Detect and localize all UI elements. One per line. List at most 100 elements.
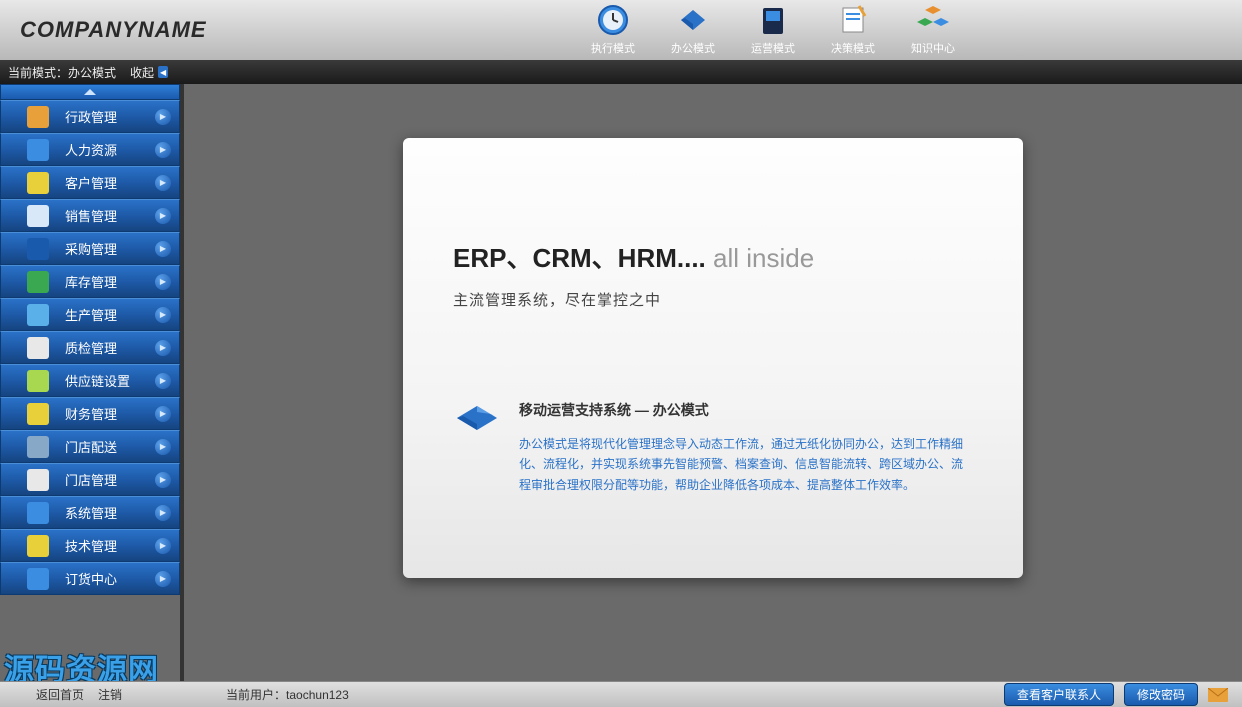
current-user: 当前用户：taochun123 bbox=[226, 686, 349, 703]
header-bar: COMPANYNAME 执行模式 办公模式 运营模式 决策模式知识中心 bbox=[0, 0, 1242, 60]
chevron-right-icon: ▶ bbox=[155, 307, 171, 323]
welcome-panel: ERP、CRM、HRM.... all inside 主流管理系统，尽在掌控之中… bbox=[403, 138, 1023, 578]
mode-prefix: 当前模式： bbox=[8, 64, 68, 81]
book-icon bbox=[675, 2, 711, 38]
delivery-icon bbox=[27, 436, 49, 458]
current-mode: 办公模式 bbox=[68, 64, 116, 81]
chevron-right-icon: ▶ bbox=[155, 538, 171, 554]
chevron-right-icon: ▶ bbox=[155, 340, 171, 356]
chevron-right-icon: ▶ bbox=[155, 571, 171, 587]
change-password-button[interactable]: 修改密码 bbox=[1124, 683, 1198, 706]
panel-section-text: 办公模式是将现代化管理理念导入动态工作流，通过无纸化协同办公，达到工作精细化、流… bbox=[519, 434, 973, 495]
sidebar-item-sales[interactable]: 销售管理 ▶ bbox=[0, 199, 180, 232]
collapse-sidebar-button[interactable]: 收起 ◀ bbox=[130, 64, 168, 81]
sidebar-item-supply[interactable]: 供应链设置 ▶ bbox=[0, 364, 180, 397]
mode-bar: 当前模式： 办公模式 收起 ◀ bbox=[0, 60, 1242, 84]
sidebar-item-tech[interactable]: 技术管理 ▶ bbox=[0, 529, 180, 562]
system-icon bbox=[27, 502, 49, 524]
chevron-right-icon: ▶ bbox=[155, 109, 171, 125]
topnav-item-box[interactable]: 运营模式 bbox=[744, 2, 802, 56]
sidebar-item-admin[interactable]: 行政管理 ▶ bbox=[0, 100, 180, 133]
note-icon bbox=[835, 2, 871, 38]
chevron-right-icon: ▶ bbox=[155, 241, 171, 257]
panel-subtitle: 主流管理系统，尽在掌控之中 bbox=[453, 289, 973, 310]
customer-icon bbox=[27, 172, 49, 194]
main-area: 行政管理▶人力资源▶客户管理▶销售管理▶采购管理▶库存管理▶生产管理▶质检管理▶… bbox=[0, 84, 1242, 681]
footer-left: 返回首页 注销 当前用户：taochun123 bbox=[0, 686, 349, 703]
sidebar-item-label: 订货中心 bbox=[65, 569, 117, 588]
user-prefix: 当前用户： bbox=[226, 688, 286, 702]
topnav-label: 知识中心 bbox=[911, 40, 955, 56]
sidebar-item-label: 供应链设置 bbox=[65, 371, 130, 390]
sidebar-item-label: 技术管理 bbox=[65, 536, 117, 555]
topnav-label: 办公模式 bbox=[671, 40, 715, 56]
panel-section: 移动运营支持系统 — 办公模式 办公模式是将现代化管理理念导入动态工作流，通过无… bbox=[453, 400, 973, 495]
sidebar-item-label: 财务管理 bbox=[65, 404, 117, 423]
supply-icon bbox=[27, 370, 49, 392]
company-logo: COMPANYNAME bbox=[20, 17, 207, 43]
panel-section-title: 移动运营支持系统 — 办公模式 bbox=[519, 400, 973, 420]
chevron-right-icon: ▶ bbox=[155, 373, 171, 389]
chevron-left-icon: ◀ bbox=[158, 66, 168, 78]
hr-icon bbox=[27, 139, 49, 161]
sidebar-item-label: 销售管理 bbox=[65, 206, 117, 225]
book-icon bbox=[453, 400, 501, 436]
topnav-item-cubes[interactable]: 知识中心 bbox=[904, 2, 962, 56]
topnav-item-note[interactable]: 决策模式 bbox=[824, 2, 882, 56]
order-icon bbox=[27, 568, 49, 590]
sidebar-item-label: 库存管理 bbox=[65, 272, 117, 291]
panel-title-bold: ERP、CRM、HRM.... bbox=[453, 243, 706, 273]
purchase-icon bbox=[27, 238, 49, 260]
topnav-label: 执行模式 bbox=[591, 40, 635, 56]
sidebar-item-label: 门店配送 bbox=[65, 437, 117, 456]
cubes-icon bbox=[915, 2, 951, 38]
qc-icon bbox=[27, 337, 49, 359]
sidebar-item-qc[interactable]: 质检管理▶ bbox=[0, 331, 180, 364]
production-icon bbox=[27, 304, 49, 326]
sidebar-item-order[interactable]: 订货中心 ▶ bbox=[0, 562, 180, 595]
topnav-label: 运营模式 bbox=[751, 40, 795, 56]
sidebar-item-label: 人力资源 bbox=[65, 140, 117, 159]
chevron-right-icon: ▶ bbox=[155, 274, 171, 290]
store-icon bbox=[27, 469, 49, 491]
box-icon bbox=[755, 2, 791, 38]
sidebar-item-system[interactable]: 系统管理▶ bbox=[0, 496, 180, 529]
topnav-item-clock[interactable]: 执行模式 bbox=[584, 2, 642, 56]
sidebar-item-hr[interactable]: 人力资源 ▶ bbox=[0, 133, 180, 166]
finance-icon bbox=[27, 403, 49, 425]
mail-icon[interactable] bbox=[1208, 688, 1228, 702]
top-nav: 执行模式 办公模式 运营模式 决策模式知识中心 bbox=[584, 2, 962, 56]
back-home-link[interactable]: 返回首页 bbox=[36, 686, 84, 703]
chevron-right-icon: ▶ bbox=[155, 439, 171, 455]
chevron-right-icon: ▶ bbox=[155, 472, 171, 488]
panel-title: ERP、CRM、HRM.... all inside bbox=[453, 238, 973, 275]
sidebar-item-inventory[interactable]: 库存管理 ▶ bbox=[0, 265, 180, 298]
clock-icon bbox=[595, 2, 631, 38]
collapse-label: 收起 bbox=[130, 64, 154, 81]
view-contacts-button[interactable]: 查看客户联系人 bbox=[1004, 683, 1114, 706]
logout-link[interactable]: 注销 bbox=[98, 686, 122, 703]
sidebar-item-label: 系统管理 bbox=[65, 503, 117, 522]
sidebar-item-production[interactable]: 生产管理 ▶ bbox=[0, 298, 180, 331]
sidebar-item-purchase[interactable]: 采购管理▶ bbox=[0, 232, 180, 265]
user-name: taochun123 bbox=[286, 688, 349, 702]
tech-icon bbox=[27, 535, 49, 557]
sidebar-item-delivery[interactable]: 门店配送 ▶ bbox=[0, 430, 180, 463]
sidebar-item-label: 行政管理 bbox=[65, 107, 117, 126]
sales-icon bbox=[27, 205, 49, 227]
footer-bar: 返回首页 注销 当前用户：taochun123 查看客户联系人 修改密码 bbox=[0, 681, 1242, 707]
chevron-right-icon: ▶ bbox=[155, 406, 171, 422]
panel-section-body: 移动运营支持系统 — 办公模式 办公模式是将现代化管理理念导入动态工作流，通过无… bbox=[519, 400, 973, 495]
sidebar-item-customer[interactable]: 客户管理▶ bbox=[0, 166, 180, 199]
sidebar-item-finance[interactable]: 财务管理 ▶ bbox=[0, 397, 180, 430]
admin-icon bbox=[27, 106, 49, 128]
topnav-item-book[interactable]: 办公模式 bbox=[664, 2, 722, 56]
chevron-right-icon: ▶ bbox=[155, 208, 171, 224]
sidebar-scroll-up-button[interactable] bbox=[0, 84, 180, 100]
sidebar: 行政管理▶人力资源▶客户管理▶销售管理▶采购管理▶库存管理▶生产管理▶质检管理▶… bbox=[0, 84, 180, 681]
chevron-right-icon: ▶ bbox=[155, 142, 171, 158]
panel-title-gray: all inside bbox=[706, 243, 814, 273]
sidebar-item-label: 生产管理 bbox=[65, 305, 117, 324]
sidebar-item-label: 客户管理 bbox=[65, 173, 117, 192]
sidebar-item-store[interactable]: 门店管理▶ bbox=[0, 463, 180, 496]
